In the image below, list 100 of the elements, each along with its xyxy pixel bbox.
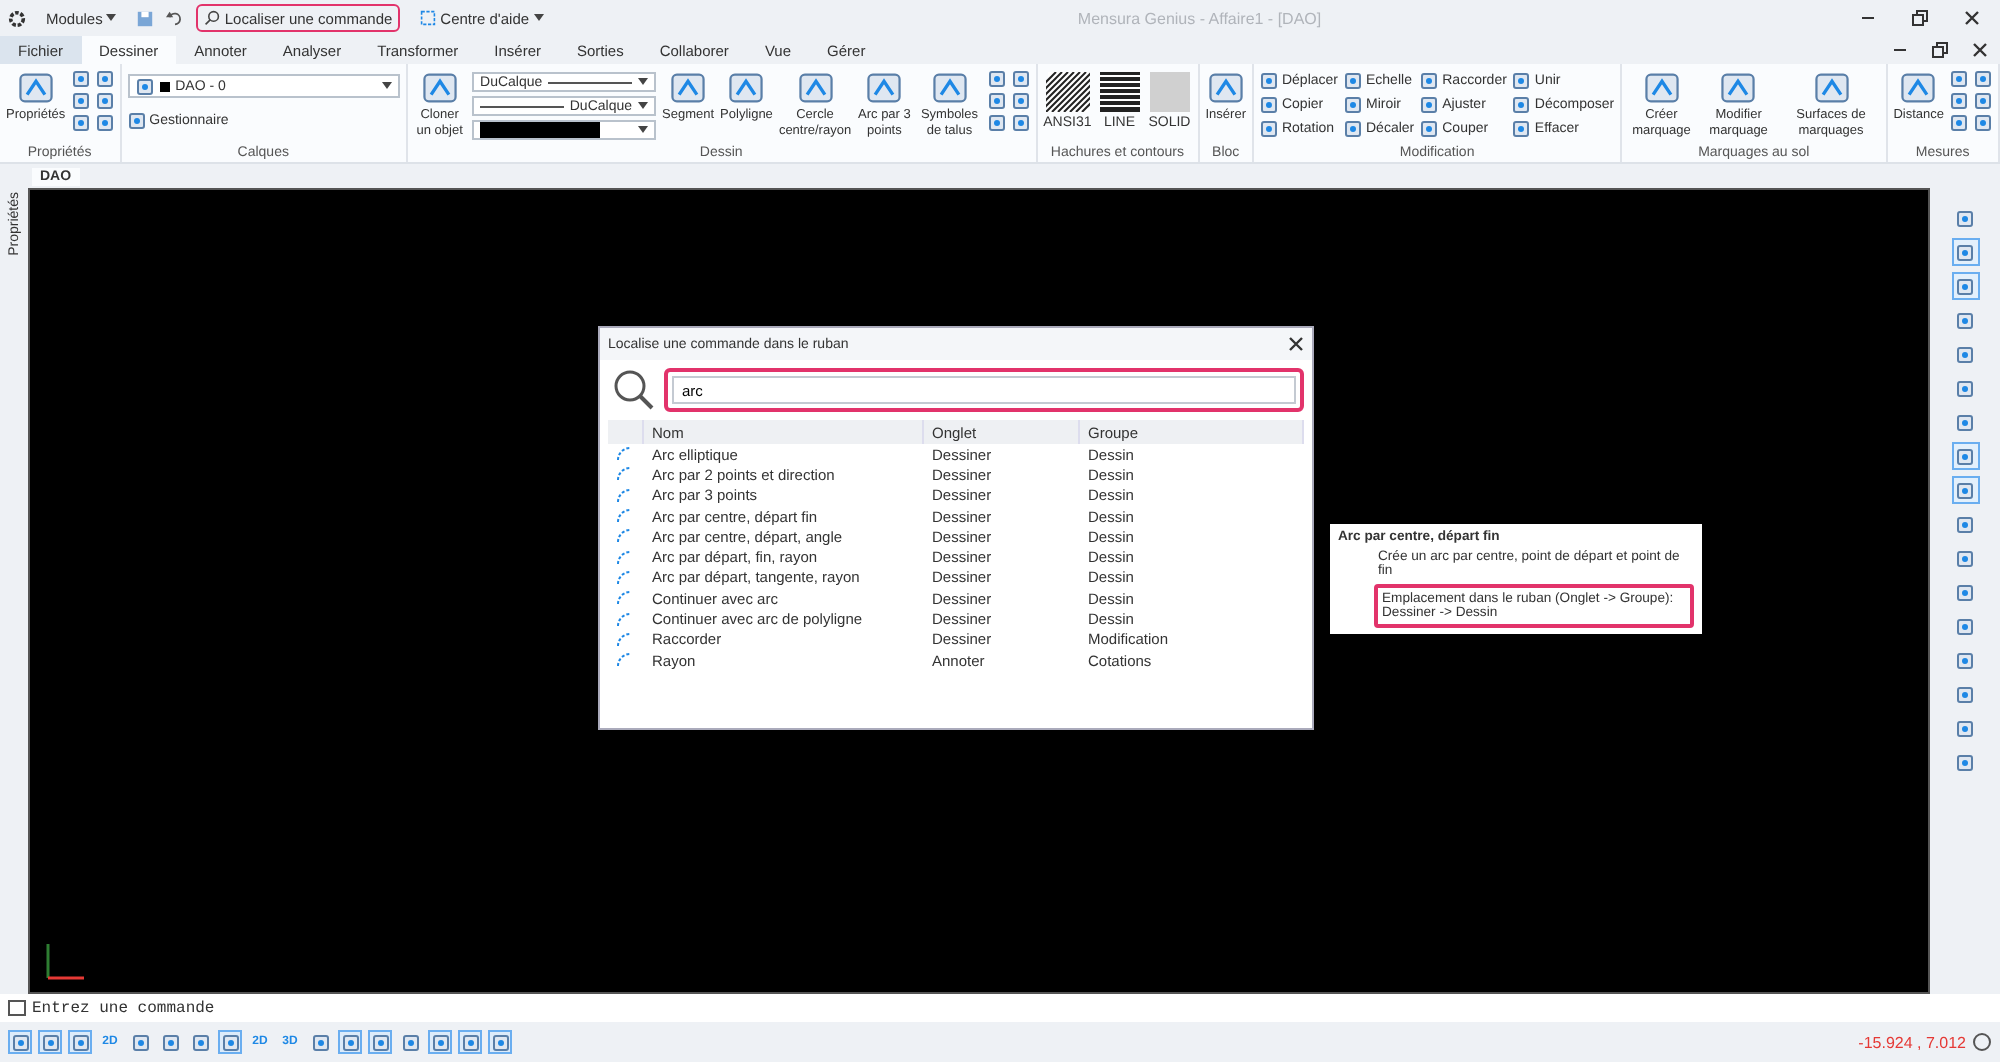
status-button[interactable] — [428, 1030, 452, 1054]
close-button[interactable] — [1288, 336, 1304, 352]
caret-icon — [106, 14, 117, 22]
tool-icon — [161, 1033, 179, 1051]
gear-icon[interactable] — [8, 9, 26, 27]
status-button[interactable] — [8, 1030, 32, 1054]
tool-icon — [95, 70, 114, 88]
tool-icon — [1956, 481, 1974, 499]
tool-button[interactable] — [987, 92, 1006, 110]
status-button[interactable] — [38, 1030, 62, 1054]
drawing-canvas[interactable] — [28, 188, 1930, 994]
tool-icon — [1420, 71, 1439, 89]
tool-icon — [1344, 71, 1362, 89]
caret-icon — [638, 78, 649, 86]
tool-icon — [1974, 92, 1992, 110]
tool-icon — [1420, 119, 1439, 137]
tool-icon — [1344, 95, 1362, 113]
tool-icon — [1956, 413, 1974, 431]
pattern-icon — [1097, 72, 1142, 112]
tool-button[interactable] — [95, 70, 114, 88]
color-select[interactable] — [472, 120, 657, 140]
tool-button[interactable] — [1974, 114, 1992, 132]
toolbar-button[interactable] — [1951, 442, 1979, 470]
tool-icon — [1259, 95, 1278, 113]
tool-icon — [1956, 651, 1974, 669]
tool-icon — [987, 70, 1006, 88]
tool-button[interactable] — [71, 70, 90, 88]
caret-icon — [381, 82, 392, 90]
tool-icon — [1011, 92, 1030, 110]
search-icon — [612, 368, 656, 412]
status-button[interactable] — [458, 1030, 482, 1054]
status-button[interactable] — [308, 1030, 332, 1054]
tool-icon — [1259, 71, 1278, 89]
tool-icon — [1950, 114, 1968, 132]
undo-icon[interactable] — [166, 9, 185, 27]
tool-icon — [1956, 515, 1974, 533]
tool-button[interactable] — [1950, 70, 1968, 88]
status-button[interactable] — [218, 1030, 242, 1054]
save-icon[interactable] — [136, 9, 155, 27]
tool-icon — [95, 92, 114, 110]
toolbar-button[interactable] — [1951, 238, 1979, 266]
tool-button[interactable] — [1011, 114, 1030, 132]
tool-icon — [1956, 617, 1974, 635]
tool-icon — [135, 77, 154, 95]
color-square-icon — [159, 81, 170, 91]
tool-button[interactable] — [1974, 70, 1992, 88]
tool-icon — [1259, 119, 1278, 137]
tool-button[interactable] — [987, 70, 1006, 88]
tool-icon — [71, 92, 90, 110]
tool-icon — [987, 114, 1006, 132]
restore-icon — [1932, 42, 1948, 58]
status-button[interactable] — [488, 1030, 512, 1054]
caret-icon — [638, 102, 649, 110]
status-button[interactable] — [128, 1030, 152, 1054]
tool-icon — [131, 1033, 149, 1051]
search-icon — [204, 10, 221, 26]
tool-icon — [1011, 114, 1030, 132]
toolbar-button[interactable] — [1951, 272, 1979, 300]
tool-icon — [1974, 114, 1992, 132]
tool-icon — [1956, 277, 1974, 295]
tool-button[interactable] — [71, 114, 90, 132]
tool-button[interactable] — [1974, 92, 1992, 110]
tool-icon — [1956, 345, 1974, 363]
tool-button[interactable] — [95, 114, 114, 132]
circle-icon[interactable] — [1972, 1032, 1992, 1052]
tool-icon — [71, 114, 90, 132]
help-icon — [420, 10, 437, 26]
tool-button[interactable] — [1011, 70, 1030, 88]
tool-icon — [1956, 209, 1974, 227]
caret-icon — [638, 126, 649, 134]
status-button[interactable] — [158, 1030, 182, 1054]
status-button[interactable] — [338, 1030, 362, 1054]
status-button[interactable] — [398, 1030, 422, 1054]
tool-icon — [127, 111, 146, 129]
tool-icon — [1956, 719, 1974, 737]
tool-button[interactable] — [1950, 114, 1968, 132]
tool-button[interactable] — [987, 114, 1006, 132]
tool-button[interactable] — [1950, 92, 1968, 110]
tool-icon — [221, 1033, 239, 1051]
status-button[interactable] — [188, 1030, 212, 1054]
status-button[interactable] — [68, 1030, 92, 1054]
column-header — [608, 420, 644, 444]
tool-button[interactable] — [71, 92, 90, 110]
coordinates: -15.924 , 7.012 — [1858, 1033, 1966, 1051]
command-prompt: Entrez une commande — [32, 999, 215, 1017]
tool-icon — [1956, 311, 1974, 329]
tool-button[interactable] — [95, 92, 114, 110]
tool-icon — [1956, 243, 1974, 261]
tool-icon — [987, 92, 1006, 110]
toolbar-button[interactable] — [1951, 476, 1979, 504]
status-button[interactable] — [368, 1030, 392, 1054]
tool-button[interactable] — [1011, 92, 1030, 110]
tool-icon — [1956, 583, 1974, 601]
tool-icon — [1011, 70, 1030, 88]
tool-icon — [95, 114, 114, 132]
tool-icon — [371, 1033, 389, 1051]
tool-icon — [1956, 379, 1974, 397]
tool-icon — [1344, 119, 1362, 137]
tool-icon — [1512, 119, 1531, 137]
restore-icon — [1912, 10, 1928, 26]
